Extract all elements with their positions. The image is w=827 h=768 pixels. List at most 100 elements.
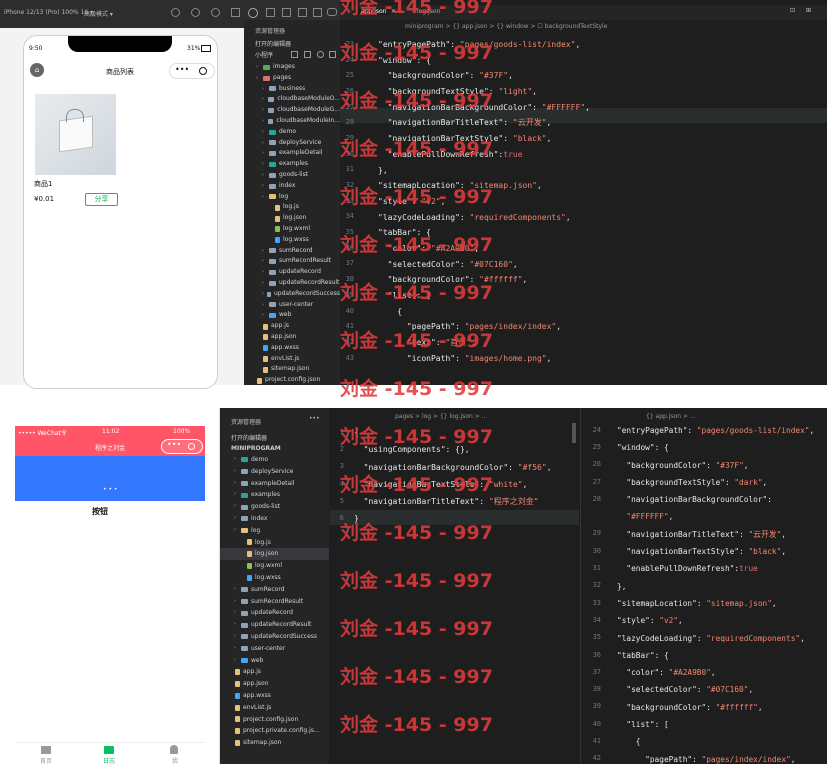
tree-item[interactable]: › index [220, 513, 329, 525]
collapse-icon[interactable] [329, 51, 336, 58]
code-line[interactable]: 36 "tabBar": { [581, 647, 827, 664]
scrollbar-left[interactable] [572, 423, 576, 443]
tree-item[interactable]: log.json [244, 213, 340, 224]
breadcrumb[interactable]: miniprogram > {} app.json > {} window > … [405, 23, 607, 30]
code-line[interactable]: 25 "backgroundColor": "#37F", [340, 68, 827, 84]
tree-item[interactable]: › updateRecordResult [244, 278, 340, 289]
extension-icon[interactable] [298, 8, 307, 17]
code-line[interactable]: 41 { [581, 733, 827, 750]
tree-item[interactable]: › examples [244, 159, 340, 170]
tree-item[interactable]: › index [244, 181, 340, 192]
code-line[interactable]: 37 "color": "#A2A9B0", [581, 664, 827, 681]
share-button[interactable]: 分享 [85, 193, 118, 206]
tree-item[interactable]: › pages [244, 73, 340, 84]
tree-item[interactable]: log.json [220, 548, 329, 560]
tree-item[interactable]: project.config.json [220, 714, 329, 726]
code-area-right[interactable]: 24 "entryPagePath": "pages/goods-list/ind… [581, 422, 827, 768]
tree-item[interactable]: app.js [244, 321, 340, 332]
tree-item[interactable]: › deployService [220, 466, 329, 478]
new-folder-icon[interactable] [304, 51, 311, 58]
code-line[interactable]: 42 "pagePath": "pages/index/index", [581, 751, 827, 768]
code-line[interactable]: 30 "navigationBarTextStyle": "black", [581, 543, 827, 560]
tree-item[interactable]: project.config.json [244, 375, 340, 386]
refresh-icon[interactable] [171, 8, 180, 17]
home-icon[interactable] [211, 8, 220, 17]
cloud-icon[interactable] [327, 8, 337, 16]
home-button-icon[interactable]: ⌂ [30, 63, 44, 77]
tree-item[interactable]: › business [244, 84, 340, 95]
code-line[interactable]: 39 "backgroundColor": "#ffffff", [581, 699, 827, 716]
tree-item[interactable]: › web [244, 310, 340, 321]
code-line[interactable]: 33 "sitemapLocation": "sitemap.json", [581, 595, 827, 612]
tree-item[interactable]: › sumRecordResult [244, 256, 340, 267]
network-select[interactable]: 高級模式 ▾ [84, 9, 113, 18]
code-line[interactable]: 28 "navigationBarTitleText": "云开发", [340, 115, 827, 131]
code-line[interactable]: "#FFFFFF", [581, 508, 827, 525]
tree-item[interactable]: › goods-list [244, 170, 340, 181]
tree-item[interactable]: › images [244, 62, 340, 73]
tree-item[interactable]: › user-center [244, 300, 340, 311]
tree-item[interactable]: › exampleDetail [220, 478, 329, 490]
tree-item[interactable]: app.json [244, 332, 340, 343]
capsule-button-bottom[interactable]: ••• [161, 439, 203, 454]
main-button[interactable]: 按钮 [92, 506, 108, 517]
tree-item[interactable]: › log [244, 192, 340, 203]
tree-item[interactable]: › cloudbaseModuleG... [244, 105, 340, 116]
code-line[interactable]: 34 "style": "v2", [581, 612, 827, 629]
product-image[interactable] [35, 94, 116, 175]
tree-item[interactable]: sitemap.json [244, 364, 340, 375]
code-line[interactable]: 43 "iconPath": "images/home.png", [340, 351, 827, 367]
miniprogram-section[interactable]: 小程序 [255, 50, 273, 59]
tree-item[interactable]: envList.js [244, 354, 340, 365]
code-line[interactable]: 38 "selectedColor": "#07C160", [581, 681, 827, 698]
tree-item[interactable]: › log [220, 525, 329, 537]
open-editors-section-bottom[interactable]: 打开的编辑器 [231, 433, 267, 442]
tree-item[interactable]: log.wxml [244, 224, 340, 235]
branch-icon[interactable] [282, 8, 291, 17]
close-capsule-icon-bottom[interactable] [188, 443, 195, 450]
code-line[interactable]: 40 "list": [ [581, 716, 827, 733]
layout-icon[interactable] [266, 8, 275, 17]
tree-item[interactable]: log.js [220, 537, 329, 549]
tree-item[interactable]: › deployService [244, 138, 340, 149]
explorer-more-icon[interactable]: ••• [309, 415, 320, 422]
tab-log-icon[interactable] [104, 746, 114, 754]
tree-item[interactable]: app.wxss [220, 690, 329, 702]
tree-item[interactable]: › web [220, 655, 329, 667]
tree-item[interactable]: › exampleDetail [244, 148, 340, 159]
tree-item[interactable]: log.js [244, 202, 340, 213]
open-editors-section[interactable]: 打开的编辑器 [255, 39, 291, 48]
code-line[interactable]: 35 "lazyCodeLoading": "requiredComponents… [581, 630, 827, 647]
tree-item[interactable]: › demo [220, 454, 329, 466]
code-line[interactable]: 40 { [340, 304, 827, 320]
new-file-icon[interactable] [291, 51, 298, 58]
tree-item[interactable]: envList.js [220, 702, 329, 714]
copy-icon[interactable] [231, 8, 240, 17]
code-line[interactable]: 34 "lazyCodeLoading": "requiredComponents… [340, 210, 827, 226]
tree-item[interactable]: › user-center [220, 643, 329, 655]
code-line[interactable]: 32}, [581, 578, 827, 595]
breadcrumb-right[interactable]: {} app.json > ... [646, 413, 696, 420]
tree-item[interactable]: project.private.config.js... [220, 725, 329, 737]
stop-icon[interactable] [191, 8, 200, 17]
tree-item[interactable]: › updateRecord [220, 607, 329, 619]
tree-item[interactable]: › updateRecordSuccess [244, 289, 340, 300]
code-line[interactable]: 37 "selectedColor": "#07C160", [340, 257, 827, 273]
tab-home-icon[interactable] [41, 746, 51, 754]
more-actions-icon[interactable]: ⊞ [806, 7, 811, 14]
tree-item[interactable]: › sumRecordResult [220, 596, 329, 608]
tree-item[interactable]: › sumRecord [220, 584, 329, 596]
tree-item[interactable]: › updateRecordSuccess [220, 631, 329, 643]
code-line[interactable]: 31}, [340, 163, 827, 179]
code-line[interactable]: 28 "navigationBarBackgroundColor": [581, 491, 827, 508]
debug-icon[interactable] [313, 8, 322, 17]
miniprogram-section-bottom[interactable]: MINIPROGRAM [231, 445, 281, 452]
settings-icon[interactable] [248, 8, 258, 18]
close-capsule-icon[interactable] [199, 67, 207, 75]
code-line[interactable]: 27 "backgroundTextStyle": "dark", [581, 474, 827, 491]
tree-item[interactable]: › cloudbaseModuleO... [244, 94, 340, 105]
tree-item[interactable]: log.wxss [220, 572, 329, 584]
split-editor-icon[interactable]: ⊡ [790, 7, 795, 14]
code-line[interactable]: 26 "backgroundColor": "#37F", [581, 457, 827, 474]
tree-item[interactable]: log.wxss [244, 235, 340, 246]
